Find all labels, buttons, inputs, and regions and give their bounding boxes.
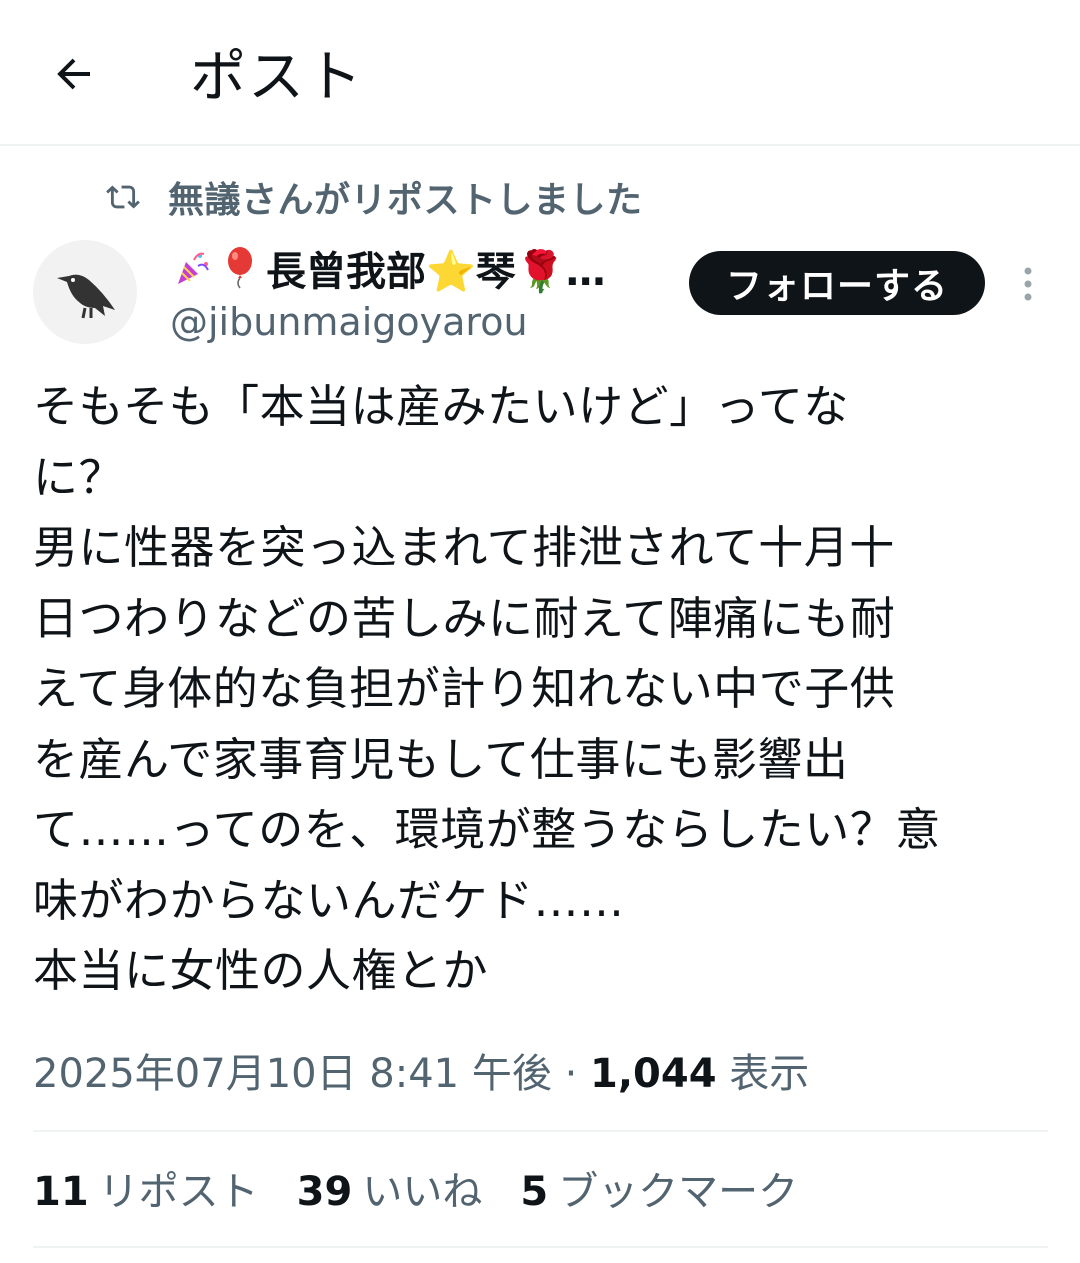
page-title: ポスト [190,45,364,110]
stat-likes[interactable]: 39 いいね [297,1162,483,1222]
tweet-text: そもそも「本当は産みたいけど」ってな に？ 男に性器を突っ込まれて排泄されて十月… [33,380,941,997]
arrow-left-icon [57,58,90,90]
author-handle[interactable]: @jibunmaigoyarou [170,296,528,348]
repost-icon [106,177,146,217]
stat-label: ブックマーク [558,1169,799,1215]
stat-label: いいね [362,1169,483,1215]
repost-label: 無議さんがリポストしました [168,180,643,221]
top-bar: ポスト [0,0,1080,146]
tweet-meta: 2025年07月10日 8:41 午後 · 1,044 表示 [33,1044,809,1104]
stat-bookmarks[interactable]: 5 ブックマーク [520,1162,798,1222]
stat-count: 11 [33,1169,89,1215]
engagement-stats: 11 リポスト 39 いいね 5 ブックマーク [33,1162,836,1222]
divider [33,1246,1048,1248]
stat-count: 5 [520,1169,549,1215]
more-vertical-icon [1024,267,1032,301]
more-options-button[interactable] [1008,262,1048,306]
bird-avatar-icon [57,274,115,319]
views-count: 1,044 [590,1051,717,1097]
stat-count: 39 [296,1169,353,1215]
author-display-name[interactable]: 長曾我部⭐琴🌹… [170,238,670,298]
stat-reposts[interactable]: 11 リポスト [33,1162,259,1222]
follow-button[interactable]: フォローする [689,251,985,315]
balloon-icon [218,246,262,290]
repost-indicator[interactable]: 無議さんがリポストしました [106,172,643,222]
tweet-timestamp[interactable]: 2025年07月10日 8:41 午後 [33,1051,552,1097]
divider [33,1130,1048,1132]
views-label: 表示 [729,1051,810,1097]
back-button[interactable] [44,44,104,104]
meta-separator: · [551,1051,591,1097]
party-popper-icon [170,246,214,290]
avatar[interactable] [33,240,137,344]
display-name-text: 長曾我部⭐琴🌹… [266,249,606,295]
stat-label: リポスト [98,1169,259,1215]
